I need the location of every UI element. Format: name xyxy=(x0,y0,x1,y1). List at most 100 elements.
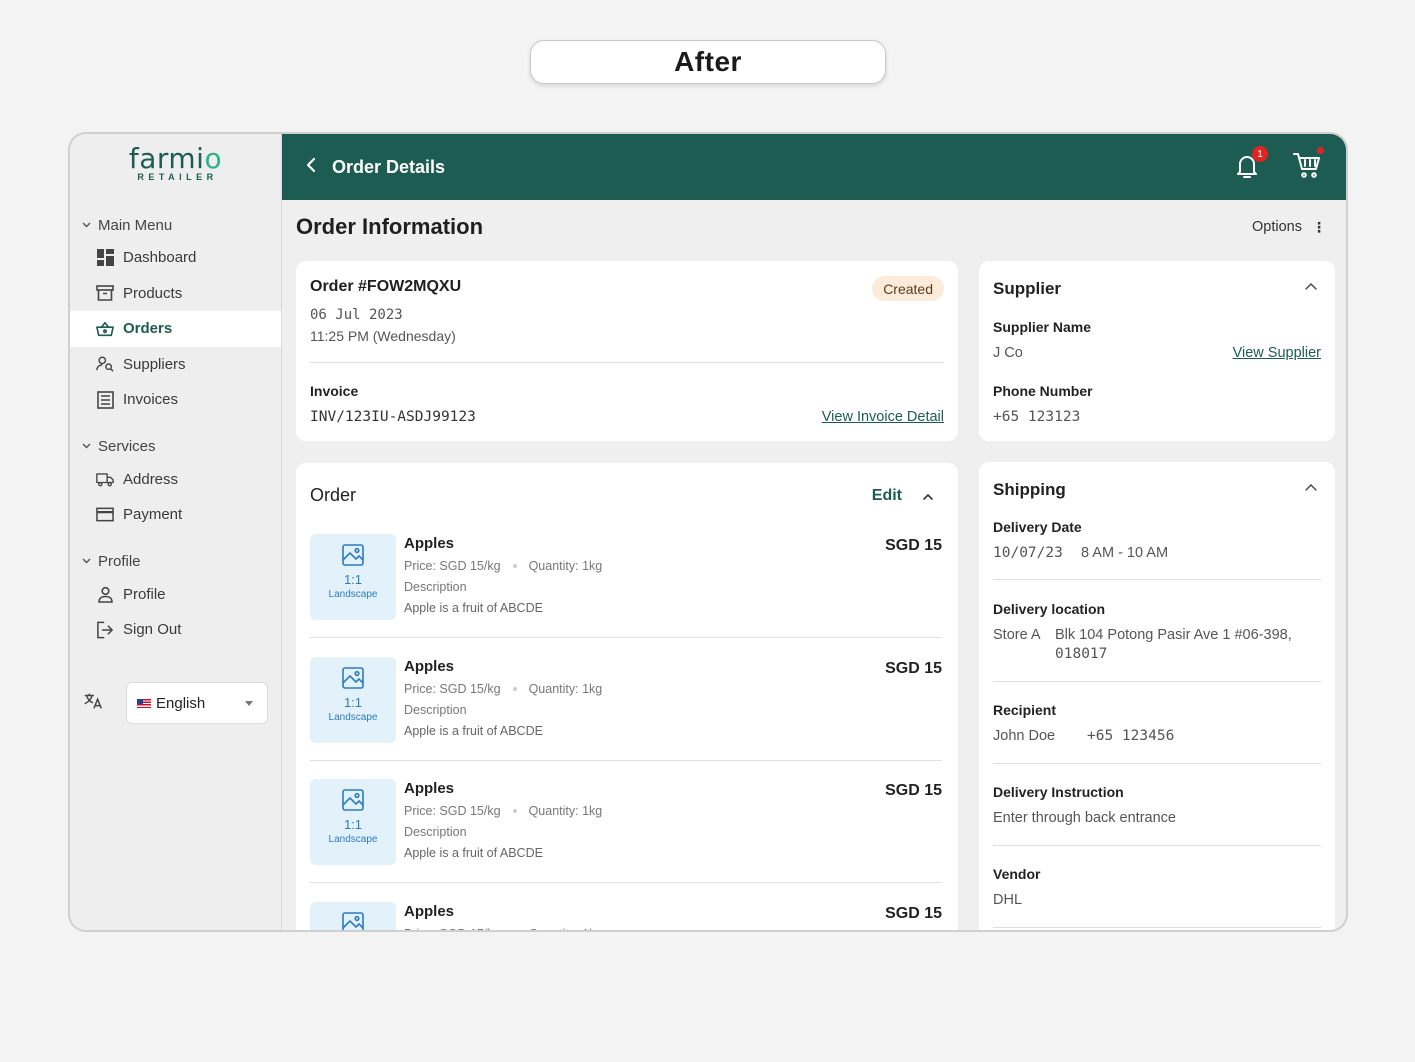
image-placeholder-icon xyxy=(342,911,364,930)
section-label: Main Menu xyxy=(98,216,173,234)
image-placeholder-icon xyxy=(342,789,364,811)
order-item: 1:1LandscapeApplesPrice: SGD 15/kgQuanti… xyxy=(310,656,942,779)
logo-wordmark: farmio xyxy=(128,142,223,175)
item-total: SGD 15 xyxy=(885,782,942,799)
invoice-label: Invoice xyxy=(310,383,359,399)
sidebar-item-sign-out[interactable]: Sign Out xyxy=(70,612,281,648)
recipient-name: John Doe xyxy=(993,728,1056,744)
back-icon[interactable] xyxy=(304,156,318,179)
card-icon xyxy=(96,506,114,524)
chevron-up-icon[interactable] xyxy=(1305,482,1317,494)
item-name: Apples xyxy=(404,902,455,920)
logo: farmio RETAILER xyxy=(70,134,281,210)
top-bar: Order Details 1 xyxy=(282,134,1346,200)
sidebar-item-profile[interactable]: Profile xyxy=(70,577,281,613)
main-area: Order Details 1 Order Information Option… xyxy=(282,134,1346,930)
sidebar-item-label: Payment xyxy=(123,506,183,524)
order-item: 1:1LandscapeApplesPrice: SGD 15/kgQuanti… xyxy=(310,779,942,901)
sidebar-item-dashboard[interactable]: Dashboard xyxy=(70,240,281,276)
item-description: Apple is a fruit of ABCDE xyxy=(404,846,543,860)
product-thumbnail: 1:1Landscape xyxy=(310,901,396,930)
order-info-card: Order #FOW2MQXU Created 06 Jul 2023 11:2… xyxy=(296,261,958,441)
sidebar-item-label: Profile xyxy=(123,585,166,603)
more-vertical-icon: ⋮ xyxy=(1312,218,1326,235)
sign-out-icon xyxy=(96,621,114,639)
item-unit-price: Price: SGD 15/kg xyxy=(404,559,501,573)
sidebar-item-payment[interactable]: Payment xyxy=(70,497,281,533)
sidebar-section-services[interactable]: Services xyxy=(70,432,281,462)
address-line-2: 018017 xyxy=(1055,646,1108,662)
item-quantity: Quantity: 1kg xyxy=(528,559,603,573)
dot-separator xyxy=(512,686,517,691)
item-total: SGD 15 xyxy=(885,904,942,922)
item-name: Apples xyxy=(404,535,455,552)
language-select[interactable]: English xyxy=(126,682,268,724)
notification-button[interactable]: 1 xyxy=(1234,146,1268,180)
chevron-up-icon[interactable] xyxy=(922,491,934,503)
order-item: 1:1LandscapeApplesPrice: SGD 15/kgQuanti… xyxy=(310,901,942,931)
supplier-card: Supplier Supplier Name J Co View Supplie… xyxy=(979,261,1335,441)
image-placeholder-icon xyxy=(342,666,364,689)
thumbnail-caption: Landscape xyxy=(328,589,378,600)
us-flag-icon xyxy=(137,698,151,708)
sidebar-item-label: Suppliers xyxy=(123,355,186,373)
product-thumbnail: 1:1Landscape xyxy=(310,779,396,865)
order-date: 06 Jul 2023 xyxy=(310,307,403,323)
sidebar-nav: Main Menu Dashboard Products Orders Supplier… xyxy=(70,210,281,648)
sidebar: farmio RETAILER Main Menu Dashboard Produc… xyxy=(70,134,282,930)
options-label: Options xyxy=(1252,219,1302,235)
item-total: SGD 15 xyxy=(885,659,942,677)
document-icon xyxy=(96,390,114,409)
options-button[interactable]: Options ⋮ xyxy=(1252,219,1326,236)
sidebar-section-main-menu[interactable]: Main Menu xyxy=(70,210,281,240)
chevron-down-icon xyxy=(82,441,92,452)
view-invoice-link[interactable]: View Invoice Detail xyxy=(822,409,944,425)
instruction-label: Delivery Instruction xyxy=(993,784,1124,800)
item-unit-price: Price: SGD 15/kg xyxy=(404,927,501,931)
supplier-title: Supplier xyxy=(993,279,1062,298)
chevron-up-icon[interactable] xyxy=(1305,281,1317,293)
truck-icon xyxy=(96,470,114,488)
sidebar-item-address[interactable]: Address xyxy=(70,462,281,498)
thumbnail-ratio: 1:1 xyxy=(343,572,363,587)
sidebar-item-products[interactable]: Products xyxy=(70,276,281,312)
sidebar-item-label: Sign Out xyxy=(123,621,182,639)
store-name: Store A xyxy=(993,627,1041,643)
thumbnail-caption: Landscape xyxy=(328,711,378,723)
caret-down-icon xyxy=(245,701,253,706)
divider xyxy=(310,882,942,883)
notification-badge: 1 xyxy=(1252,146,1268,162)
sidebar-item-orders[interactable]: Orders xyxy=(70,311,281,347)
divider xyxy=(310,362,944,363)
item-meta: Price: SGD 15/kg Quantity: 1kg xyxy=(404,559,602,573)
sidebar-item-invoices[interactable]: Invoices xyxy=(70,382,281,418)
thumbnail-ratio: 1:1 xyxy=(343,817,363,832)
archive-icon xyxy=(96,284,114,302)
edit-button[interactable]: Edit xyxy=(872,487,902,505)
view-supplier-link[interactable]: View Supplier xyxy=(1233,345,1321,361)
vendor-name: DHL xyxy=(993,892,1023,908)
item-name: Apples xyxy=(404,780,455,797)
divider xyxy=(993,763,1321,764)
delivery-location-label: Delivery location xyxy=(993,601,1106,617)
user-icon xyxy=(96,585,114,603)
divider xyxy=(310,759,942,761)
divider xyxy=(310,637,942,638)
user-search-icon xyxy=(96,355,114,373)
divider xyxy=(993,579,1321,580)
item-meta: Price: SGD 15/kg Quantity: 1kg xyxy=(404,682,602,696)
supplier-name-label: Supplier Name xyxy=(993,319,1092,335)
basket-icon xyxy=(96,320,114,338)
after-caption: After xyxy=(530,40,886,84)
cart-icon xyxy=(1293,153,1320,178)
cart-button[interactable] xyxy=(1292,147,1324,180)
address-line-1: Blk 104 Potong Pasir Ave 1 #06-398, xyxy=(1055,627,1292,643)
translate-icon xyxy=(82,690,106,717)
delivery-date-label: Delivery Date xyxy=(993,519,1082,535)
sidebar-item-label: Orders xyxy=(123,320,173,338)
sidebar-item-suppliers[interactable]: Suppliers xyxy=(70,347,281,383)
sidebar-section-profile[interactable]: Profile xyxy=(70,547,281,577)
page-title: Order Details xyxy=(332,156,446,177)
item-unit-price: Price: SGD 15/kg xyxy=(404,681,501,696)
vendor-label: Vendor xyxy=(993,866,1041,882)
